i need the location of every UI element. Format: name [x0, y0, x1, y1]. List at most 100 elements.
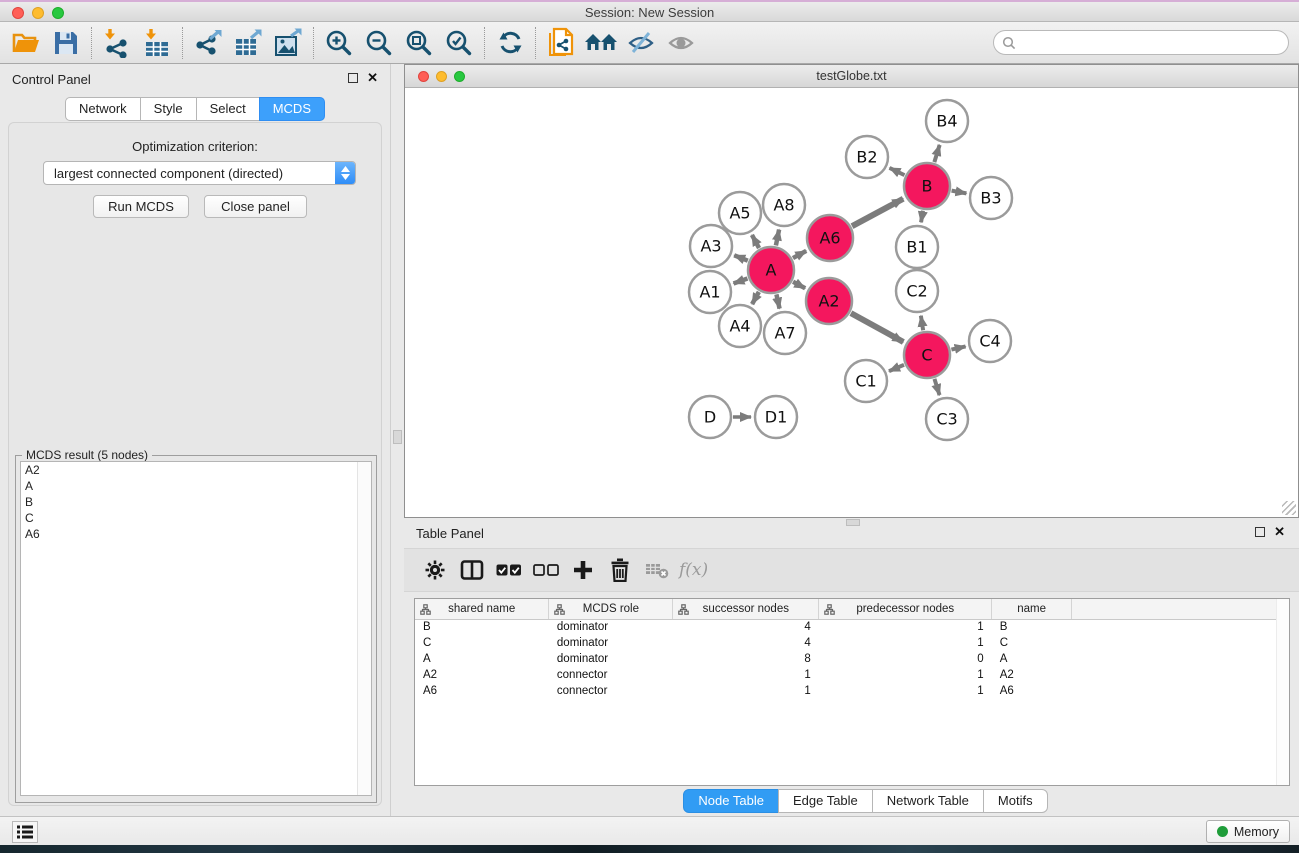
graph-node-A5[interactable]: A5	[719, 192, 761, 234]
column-header-mcds-role[interactable]: MCDS role	[549, 599, 673, 619]
graph-node-B3[interactable]: B3	[970, 177, 1012, 219]
table-row[interactable]: Cdominator41C	[415, 635, 1289, 651]
horizontal-splitter-grip[interactable]	[846, 519, 860, 526]
vertical-splitter[interactable]	[390, 64, 404, 816]
criterion-dropdown[interactable]: largest connected component (directed)	[43, 161, 356, 185]
table-row[interactable]: A2connector11A2	[415, 667, 1289, 683]
graph-node-B[interactable]: B	[904, 163, 950, 209]
show-panels-eye-icon[interactable]	[661, 25, 701, 61]
mcds-result-item[interactable]: B	[21, 494, 371, 510]
window-resize-grip[interactable]	[1282, 501, 1296, 515]
graph-edge-B-B1[interactable]	[921, 211, 923, 223]
graph-edge-A-A5[interactable]	[752, 235, 759, 248]
hide-panels-eye-slash-icon[interactable]	[621, 25, 661, 61]
graph-node-C3[interactable]: C3	[926, 398, 968, 440]
show-column-icon[interactable]	[453, 552, 490, 588]
select-all-checkboxes-icon[interactable]	[490, 552, 527, 588]
graph-node-B2[interactable]: B2	[846, 136, 888, 178]
export-image-icon[interactable]	[268, 25, 308, 61]
network-canvas[interactable]: B4B2BB3A8A5A6A3B1AC2A1A2A4A7C4CC1C3DD1	[405, 89, 1298, 517]
column-header-successor-nodes[interactable]: successor nodes	[673, 599, 819, 619]
table-options-gear-icon[interactable]	[416, 552, 453, 588]
open-session-icon[interactable]	[6, 25, 46, 61]
graph-node-A6[interactable]: A6	[807, 215, 853, 261]
tab-network-table[interactable]: Network Table	[872, 789, 984, 813]
deselect-all-checkboxes-icon[interactable]	[527, 552, 564, 588]
import-network-icon[interactable]	[97, 25, 137, 61]
mcds-result-item[interactable]: C	[21, 510, 371, 526]
delete-table-icon[interactable]	[638, 552, 675, 588]
graph-edge-C-C1[interactable]	[889, 365, 904, 371]
graph-node-A4[interactable]: A4	[719, 305, 761, 347]
network-graph[interactable]: B4B2BB3A8A5A6A3B1AC2A1A2A4A7C4CC1C3DD1	[405, 89, 1298, 518]
mcds-result-list[interactable]: A2ABCA6	[20, 461, 372, 796]
graph-node-C1[interactable]: C1	[845, 360, 887, 402]
graph-node-B1[interactable]: B1	[896, 226, 938, 268]
refresh-view-icon[interactable]	[490, 25, 530, 61]
graph-edge-A6-B[interactable]	[852, 199, 903, 226]
tab-node-table[interactable]: Node Table	[683, 789, 779, 813]
delete-column-trash-icon[interactable]	[601, 552, 638, 588]
float-panel-icon[interactable]	[348, 73, 358, 83]
graph-node-A7[interactable]: A7	[764, 312, 806, 354]
tab-network[interactable]: Network	[65, 97, 141, 121]
task-history-list-icon[interactable]	[12, 821, 38, 843]
home-layout-icon[interactable]	[581, 25, 621, 61]
search-input[interactable]	[1020, 36, 1288, 50]
graph-node-A2[interactable]: A2	[806, 278, 852, 324]
zoom-out-icon[interactable]	[359, 25, 399, 61]
graph-edge-B-B3[interactable]	[952, 191, 967, 194]
graph-edge-A-A3[interactable]	[734, 255, 748, 260]
graph-node-D1[interactable]: D1	[755, 396, 797, 438]
graph-node-A[interactable]: A	[748, 247, 794, 293]
graph-edge-A-A8[interactable]	[776, 230, 779, 246]
graph-edge-C-C2[interactable]	[921, 316, 923, 331]
export-network-icon[interactable]	[188, 25, 228, 61]
run-mcds-button[interactable]: Run MCDS	[93, 195, 189, 218]
graph-edge-A-A4[interactable]	[752, 292, 759, 304]
table-row[interactable]: Bdominator41B	[415, 619, 1289, 635]
graph-edge-B-B4[interactable]	[934, 145, 939, 162]
close-panel-button[interactable]: Close panel	[204, 195, 307, 218]
graph-node-A1[interactable]: A1	[689, 271, 731, 313]
mcds-result-item[interactable]: A	[21, 478, 371, 494]
graph-edge-A-A7[interactable]	[776, 294, 779, 308]
search-field[interactable]	[993, 30, 1289, 55]
graph-edge-A2-C[interactable]	[851, 313, 903, 342]
save-session-icon[interactable]	[46, 25, 86, 61]
close-panel-icon[interactable]: ✕	[1274, 527, 1285, 537]
graph-edge-B-B2[interactable]	[890, 168, 905, 175]
table-row[interactable]: A6connector11A6	[415, 683, 1289, 699]
splitter-grip[interactable]	[393, 430, 402, 444]
float-panel-icon[interactable]	[1255, 527, 1265, 537]
node-table[interactable]: shared nameMCDS rolesuccessor nodesprede…	[414, 598, 1290, 786]
zoom-selected-icon[interactable]	[439, 25, 479, 61]
graph-node-C[interactable]: C	[904, 332, 950, 378]
add-column-plus-icon[interactable]	[564, 552, 601, 588]
mcds-result-item[interactable]: A6	[21, 526, 371, 542]
graph-edge-C-C3[interactable]	[934, 379, 939, 395]
graph-node-B4[interactable]: B4	[926, 100, 968, 142]
column-header-shared-name[interactable]: shared name	[415, 599, 549, 619]
graph-node-D[interactable]: D	[689, 396, 731, 438]
graph-edge-A-A1[interactable]	[734, 278, 748, 283]
column-header-predecessor-nodes[interactable]: predecessor nodes	[819, 599, 992, 619]
column-header-name[interactable]: name	[992, 599, 1072, 619]
close-panel-icon[interactable]: ✕	[367, 73, 378, 83]
graph-node-C2[interactable]: C2	[896, 270, 938, 312]
zoom-fit-icon[interactable]	[399, 25, 439, 61]
graph-edge-A-A2[interactable]	[793, 282, 805, 288]
import-table-icon[interactable]	[137, 25, 177, 61]
graph-node-A3[interactable]: A3	[690, 225, 732, 267]
tab-mcds[interactable]: MCDS	[259, 97, 325, 121]
export-table-icon[interactable]	[228, 25, 268, 61]
graph-edge-A-A6[interactable]	[793, 251, 806, 258]
tab-edge-table[interactable]: Edge Table	[778, 789, 873, 813]
zoom-in-icon[interactable]	[319, 25, 359, 61]
graph-node-A8[interactable]: A8	[763, 184, 805, 226]
table-row[interactable]: Adominator80A	[415, 651, 1289, 667]
tab-select[interactable]: Select	[196, 97, 260, 121]
function-builder-icon[interactable]: f(x)	[679, 560, 708, 580]
graph-edge-C-C4[interactable]	[951, 346, 965, 349]
tab-motifs[interactable]: Motifs	[983, 789, 1048, 813]
